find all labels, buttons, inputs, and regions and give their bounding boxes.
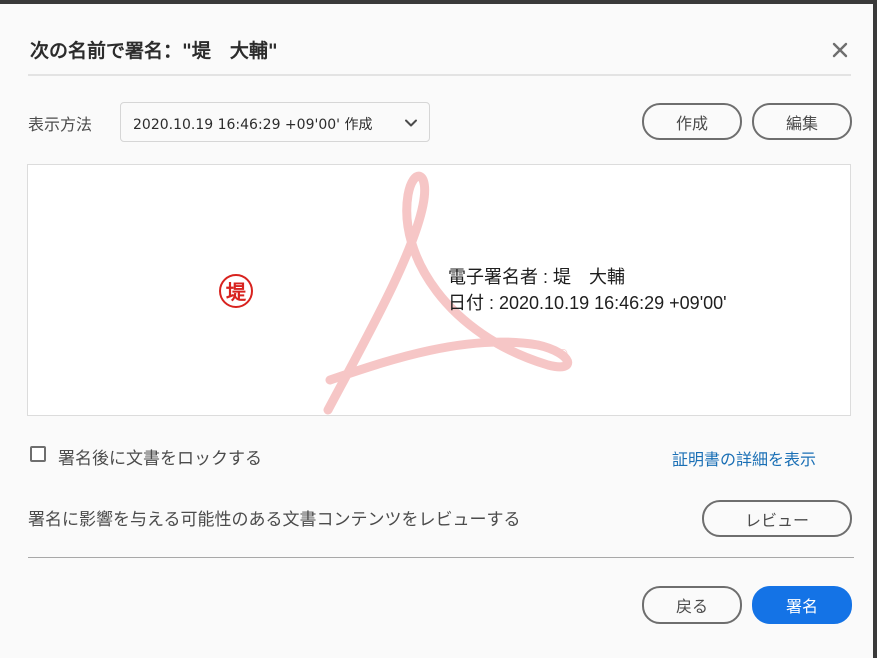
chevron-down-icon [405,119,417,127]
close-icon[interactable] [828,38,852,62]
create-button[interactable]: 作成 [642,103,742,140]
edit-button[interactable]: 編集 [752,103,852,140]
registered-mark: ® [557,347,569,361]
lock-checkbox[interactable] [30,446,46,462]
acrobat-watermark-icon [323,171,573,415]
seal-character: 堤 [226,280,246,304]
signer-line: 電子署名者 : 堤 大輔 [448,267,626,287]
footer-divider [28,557,854,558]
close-icon-glyph [832,42,848,58]
review-button[interactable]: レビュー [702,500,852,537]
appearance-label: 表示方法 [28,115,93,134]
appearance-select[interactable]: 2020.10.19 16:46:29 +09'00' 作成 [120,102,430,142]
cert-details-link[interactable]: 証明書の詳細を表示 [672,446,816,470]
title-divider [28,74,851,76]
sign-dialog: 次の名前で署名："堤 大輔" 表示方法 2020.10.19 16:46:29 … [0,4,877,658]
sign-button[interactable]: 署名 [752,586,852,624]
date-line: 日付 : 2020.10.19 16:46:29 +09'00' [448,293,727,313]
lock-label: 署名後に文書をロックする [58,449,262,469]
back-button[interactable]: 戻る [642,586,742,624]
review-text: 署名に影響を与える可能性のある文書コンテンツをレビューする [28,510,521,530]
appearance-select-value: 2020.10.19 16:46:29 +09'00' 作成 [133,117,373,133]
signature-preview: ® 堤 電子署名者 : 堤 大輔 日付 : 2020.10.19 16:46:2… [27,164,851,416]
dialog-title: 次の名前で署名："堤 大輔" [30,40,278,62]
